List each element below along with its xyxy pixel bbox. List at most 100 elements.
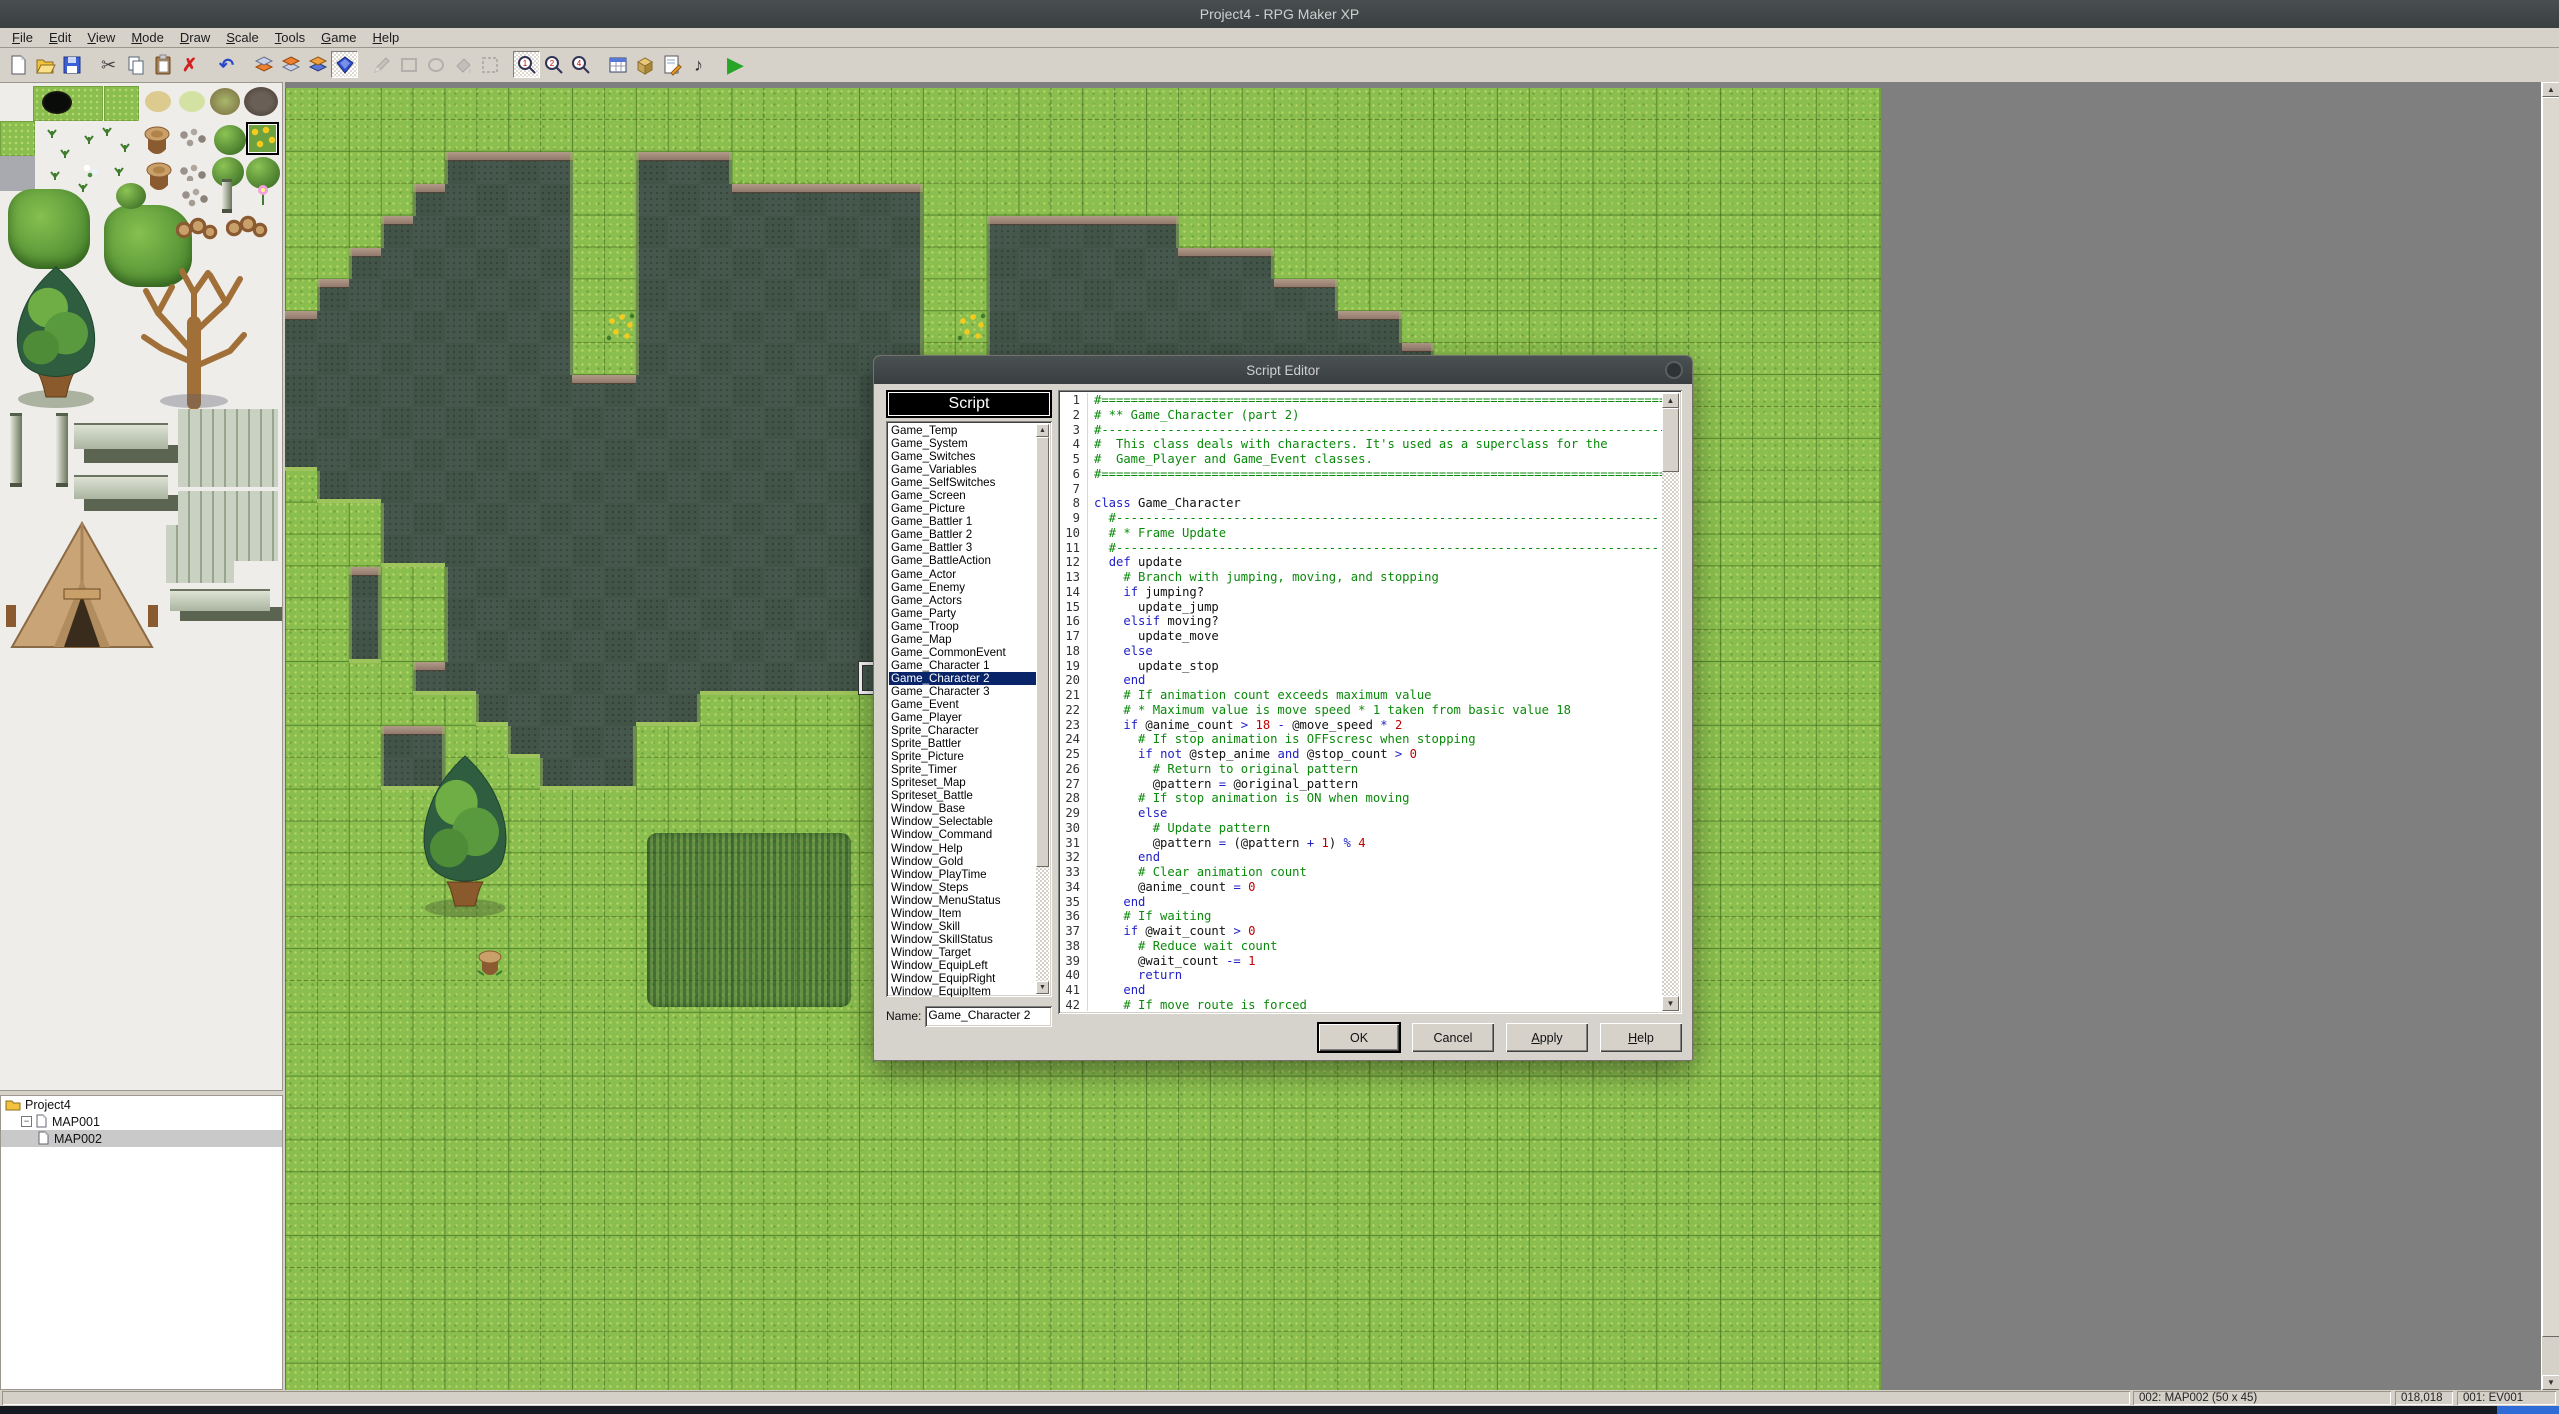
script-list-item[interactable]: Window_Steps — [889, 881, 1036, 894]
palette-grass[interactable] — [104, 86, 139, 121]
code-scrollbar[interactable]: ▲ ▼ — [1662, 393, 1679, 1011]
sound-test-button[interactable]: ♪ — [685, 51, 712, 78]
script-list-item[interactable]: Game_System — [889, 437, 1036, 450]
scroll-up-button[interactable]: ▲ — [1036, 424, 1049, 437]
scroll-up-button[interactable]: ▲ — [2542, 82, 2559, 97]
palette-bench[interactable] — [74, 423, 168, 449]
help-button[interactable]: Help — [1600, 1023, 1682, 1052]
layer2-button[interactable] — [277, 51, 304, 78]
script-list-item[interactable]: Window_MenuStatus — [889, 894, 1036, 907]
script-list-item[interactable]: Game_Battler 2 — [889, 528, 1036, 541]
menu-mode[interactable]: Mode — [123, 29, 172, 46]
playtest-button[interactable]: ▶ — [722, 51, 749, 78]
palette-pale[interactable] — [179, 91, 205, 112]
menu-help[interactable]: Help — [365, 29, 408, 46]
apply-button[interactable]: Apply — [1506, 1023, 1588, 1052]
script-list-item[interactable]: Window_Skill — [889, 920, 1036, 933]
script-list-item[interactable]: Spriteset_Battle — [889, 789, 1036, 802]
layer1-button[interactable] — [250, 51, 277, 78]
palette-pebbles[interactable] — [180, 187, 220, 215]
menu-edit[interactable]: Edit — [41, 29, 79, 46]
palette-dead-tree[interactable] — [138, 263, 250, 407]
palette-gray[interactable] — [0, 156, 35, 191]
tree-item-project4[interactable]: Project4 — [1, 1096, 282, 1113]
script-list-item[interactable]: Game_Troop — [889, 620, 1036, 633]
script-list-item[interactable]: Game_Enemy — [889, 581, 1036, 594]
map-vertical-scrollbar[interactable]: ▲ ▼ — [2541, 82, 2559, 1390]
palette-pebbles[interactable] — [178, 163, 208, 181]
tree-item-map002[interactable]: MAP002 — [1, 1130, 282, 1147]
scroll-thumb[interactable] — [1662, 408, 1679, 472]
paste-button[interactable] — [149, 51, 176, 78]
menu-file[interactable]: File — [4, 29, 41, 46]
palette-sprig[interactable] — [118, 141, 132, 153]
palette-flower-white[interactable] — [80, 161, 102, 181]
palette-sprig[interactable] — [48, 169, 62, 181]
palette-selected-tile[interactable] — [246, 122, 279, 155]
script-list-item[interactable]: Game_CommonEvent — [889, 646, 1036, 659]
palette-bench[interactable] — [74, 475, 168, 499]
palette-sand[interactable] — [145, 91, 171, 112]
palette-sprig[interactable] — [82, 133, 96, 145]
palette-sprig[interactable] — [100, 125, 114, 137]
zoom-1-1-button[interactable]: 1 — [513, 51, 540, 78]
palette-mound[interactable] — [210, 88, 240, 115]
palette-pole[interactable] — [222, 179, 232, 213]
script-list-item[interactable]: Sprite_Timer — [889, 763, 1036, 776]
palette-tuft[interactable] — [8, 189, 90, 269]
script-list-item[interactable]: Game_Switches — [889, 450, 1036, 463]
scroll-thumb[interactable] — [1036, 437, 1049, 867]
script-list-item[interactable]: Game_BattleAction — [889, 554, 1036, 567]
script-list-item[interactable]: Window_Gold — [889, 855, 1036, 868]
script-list-item[interactable]: Window_Selectable — [889, 815, 1036, 828]
script-list-item[interactable]: Game_Battler 1 — [889, 515, 1036, 528]
cancel-button[interactable]: Cancel — [1412, 1023, 1494, 1052]
palette-sprig[interactable] — [45, 127, 59, 139]
scroll-down-button[interactable]: ▼ — [1662, 996, 1679, 1011]
delete-button[interactable]: ✗ — [176, 51, 203, 78]
menu-draw[interactable]: Draw — [172, 29, 218, 46]
palette-flower-pink[interactable] — [254, 183, 272, 207]
palette-stump[interactable] — [140, 121, 174, 157]
palette-grass[interactable] — [0, 121, 35, 156]
zoom-1-2-button[interactable]: 2 — [540, 51, 567, 78]
palette-sprig[interactable] — [58, 147, 72, 159]
script-list-item[interactable]: Sprite_Character — [889, 724, 1036, 737]
layer3-button[interactable] — [304, 51, 331, 78]
script-list-item[interactable]: Game_Player — [889, 711, 1036, 724]
database-button[interactable] — [604, 51, 631, 78]
palette-logs[interactable] — [176, 217, 220, 243]
palette-tent[interactable] — [6, 519, 158, 661]
script-list-item[interactable]: Window_SkillStatus — [889, 933, 1036, 946]
palette-stump[interactable] — [142, 157, 172, 189]
menu-scale[interactable]: Scale — [218, 29, 267, 46]
script-list-item[interactable]: Game_Temp — [889, 424, 1036, 437]
save-project-button[interactable] — [58, 51, 85, 78]
tree-item-map001[interactable]: −MAP001 — [1, 1113, 282, 1130]
palette-bench[interactable] — [170, 589, 270, 611]
script-list-item[interactable]: Game_Battler 3 — [889, 541, 1036, 554]
close-icon[interactable] — [1665, 361, 1683, 379]
code-lines[interactable]: 1#======================================… — [1061, 393, 1662, 1011]
menu-game[interactable]: Game — [313, 29, 364, 46]
script-list-item[interactable]: Sprite_Battler — [889, 737, 1036, 750]
code-editor[interactable]: 1#======================================… — [1058, 390, 1682, 1014]
undo-button[interactable]: ↶ — [213, 51, 240, 78]
script-list-item[interactable]: Game_Picture — [889, 502, 1036, 515]
script-list-item[interactable]: Window_Target — [889, 946, 1036, 959]
palette-pebbles[interactable] — [178, 127, 212, 153]
menu-tools[interactable]: Tools — [267, 29, 313, 46]
open-project-button[interactable] — [31, 51, 58, 78]
script-list-item[interactable]: Game_Character 1 — [889, 659, 1036, 672]
palette-bush[interactable] — [116, 183, 146, 209]
tree-expander-icon[interactable]: − — [21, 1116, 32, 1127]
script-list-scrollbar[interactable]: ▲ ▼ — [1036, 424, 1049, 994]
script-list[interactable]: Game_TempGame_SystemGame_SwitchesGame_Va… — [886, 421, 1052, 997]
palette-sprig[interactable] — [112, 165, 126, 177]
scroll-down-button[interactable]: ▼ — [1036, 981, 1049, 994]
script-list-item[interactable]: Spriteset_Map — [889, 776, 1036, 789]
palette-rocks[interactable] — [244, 87, 278, 116]
script-list-item[interactable]: Window_Base — [889, 802, 1036, 815]
palette-bush[interactable] — [214, 125, 246, 155]
new-project-button[interactable] — [4, 51, 31, 78]
